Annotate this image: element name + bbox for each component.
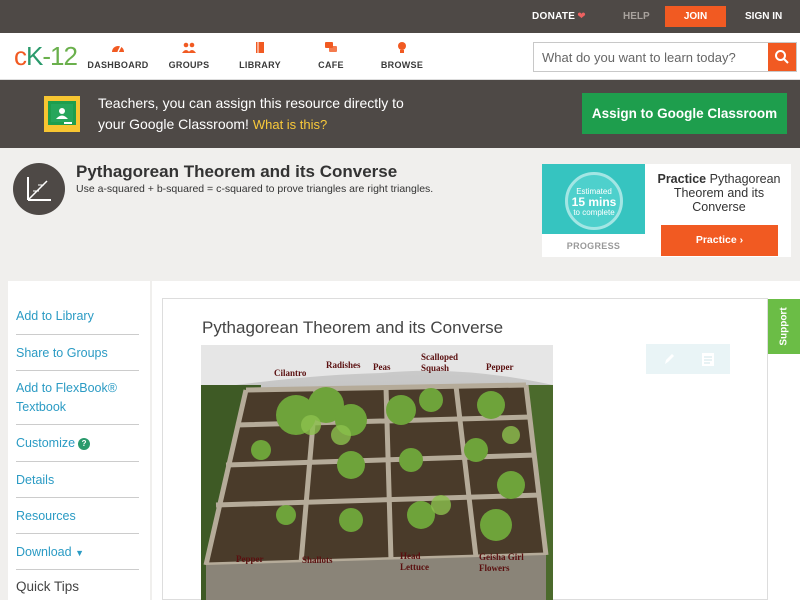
google-classroom-icon xyxy=(44,96,80,132)
pencil-icon[interactable] xyxy=(659,349,679,369)
add-to-flexbook-label: Add to FlexBook® xyxy=(16,381,117,395)
donate-label: DONATE xyxy=(532,11,576,22)
label-flowers: Flowers xyxy=(479,563,510,573)
search-input[interactable] xyxy=(534,43,768,71)
progress-graphic: Estimated 15 mins to complete xyxy=(542,164,645,234)
nav-dashboard[interactable]: DASHBOARD xyxy=(83,41,153,70)
join-button[interactable]: JOIN xyxy=(665,6,726,27)
nav-library[interactable]: LIBRARY xyxy=(225,41,295,70)
lightbulb-icon xyxy=(398,42,406,53)
details-link[interactable]: Details xyxy=(16,462,139,498)
logo-12: -12 xyxy=(42,41,78,71)
resource-sidebar: Add to Library Share to Groups Add to Fl… xyxy=(8,281,150,600)
to-complete-label: to complete xyxy=(573,208,615,217)
label-cilantro: Cilantro xyxy=(274,368,307,378)
what-is-this-link[interactable]: What is this? xyxy=(253,117,327,132)
estimated-mins: 15 mins xyxy=(571,195,617,209)
customize-label: Customize xyxy=(16,436,76,450)
resources-link[interactable]: Resources xyxy=(16,498,139,534)
google-classroom-banner: Teachers, you can assign this resource d… xyxy=(0,80,800,148)
notes-icon[interactable] xyxy=(698,349,718,369)
label-pepper-top: Pepper xyxy=(486,362,514,372)
help-icon[interactable]: ? xyxy=(78,437,91,450)
label-radishes: Radishes xyxy=(326,360,361,370)
download-link[interactable]: Download ▼ xyxy=(16,534,139,570)
support-label: Support xyxy=(778,307,790,346)
top-bar: DONATE ❤ HELP JOIN SIGN IN xyxy=(0,0,800,33)
ck12-logo[interactable]: cK-12 xyxy=(14,41,78,72)
donate-link[interactable]: DONATE ❤ xyxy=(532,11,586,22)
people-icon xyxy=(182,42,196,53)
banner-text: Teachers, you can assign this resource d… xyxy=(98,93,404,135)
practice-button[interactable]: Practice › xyxy=(661,225,778,256)
label-scalloped: Scalloped xyxy=(421,352,459,362)
caret-down-icon: ▼ xyxy=(75,548,84,558)
gauge-icon xyxy=(112,45,124,53)
add-to-flexbook-link[interactable]: Add to FlexBook® Textbook xyxy=(16,371,139,425)
progress-label: PROGRESS xyxy=(566,241,621,251)
help-link[interactable]: HELP xyxy=(623,11,650,22)
nav-browse[interactable]: BROWSE xyxy=(367,41,437,70)
content-tools xyxy=(646,344,730,374)
search-icon xyxy=(775,50,789,64)
logo-k: K xyxy=(26,41,43,71)
download-label: Download xyxy=(16,545,72,559)
content-title: Pythagorean Theorem and its Converse xyxy=(202,318,504,337)
logo-c: c xyxy=(14,41,27,71)
page-subtitle: Use a-squared + b-squared = c-squared to… xyxy=(76,183,434,195)
quick-tips-heading: Quick Tips xyxy=(16,579,80,594)
practice-button-label: Practice xyxy=(695,234,737,246)
customize-link[interactable]: Customize? xyxy=(16,425,139,462)
chevron-right-icon: › xyxy=(739,234,744,246)
label-head: Head xyxy=(400,551,421,561)
search-button[interactable] xyxy=(768,43,796,71)
main-nav: cK-12 DASHBOARD GROUPS LIBRARY CAFE BROW… xyxy=(0,33,800,80)
label-shallots: Shallots xyxy=(302,555,333,565)
practice-title-bold: Practice xyxy=(657,172,707,186)
add-to-library-link[interactable]: Add to Library xyxy=(16,298,139,335)
textbook-label: Textbook xyxy=(16,400,67,414)
heart-icon: ❤ xyxy=(577,11,586,22)
label-lettuce: Lettuce xyxy=(400,562,429,572)
page-title: Pythagorean Theorem and its Converse xyxy=(76,162,398,181)
label-pepper-bottom: Pepper xyxy=(236,554,264,564)
banner-line2: your Google Classroom! xyxy=(98,116,249,132)
nav-groups[interactable]: GROUPS xyxy=(154,41,224,70)
search-box xyxy=(533,42,797,72)
chat-icon xyxy=(325,42,337,52)
practice-title: Practice Pythagorean Theorem and its Con… xyxy=(652,172,786,214)
support-tab[interactable]: Support xyxy=(768,299,800,354)
nav-dashboard-label: DASHBOARD xyxy=(87,60,149,70)
label-squash: Squash xyxy=(421,363,450,373)
estimate-circle: Estimated 15 mins to complete xyxy=(565,172,623,230)
nav-groups-label: GROUPS xyxy=(168,60,210,70)
share-to-groups-link[interactable]: Share to Groups xyxy=(16,335,139,371)
book-icon xyxy=(256,42,264,53)
nav-cafe-label: CAFE xyxy=(318,60,344,70)
practice-card: Estimated 15 mins to complete PROGRESS P… xyxy=(542,164,791,257)
label-peas: Peas xyxy=(373,362,391,372)
geometry-icon xyxy=(13,163,65,215)
nav-cafe[interactable]: CAFE xyxy=(296,41,366,70)
nav-browse-label: BROWSE xyxy=(380,60,424,70)
banner-line1: Teachers, you can assign this resource d… xyxy=(98,95,404,111)
label-geisha-girl: Geisha Girl xyxy=(479,552,524,562)
sign-in-link[interactable]: SIGN IN xyxy=(745,11,782,22)
assign-to-google-classroom-button[interactable]: Assign to Google Classroom xyxy=(582,93,787,134)
nav-library-label: LIBRARY xyxy=(239,60,281,70)
